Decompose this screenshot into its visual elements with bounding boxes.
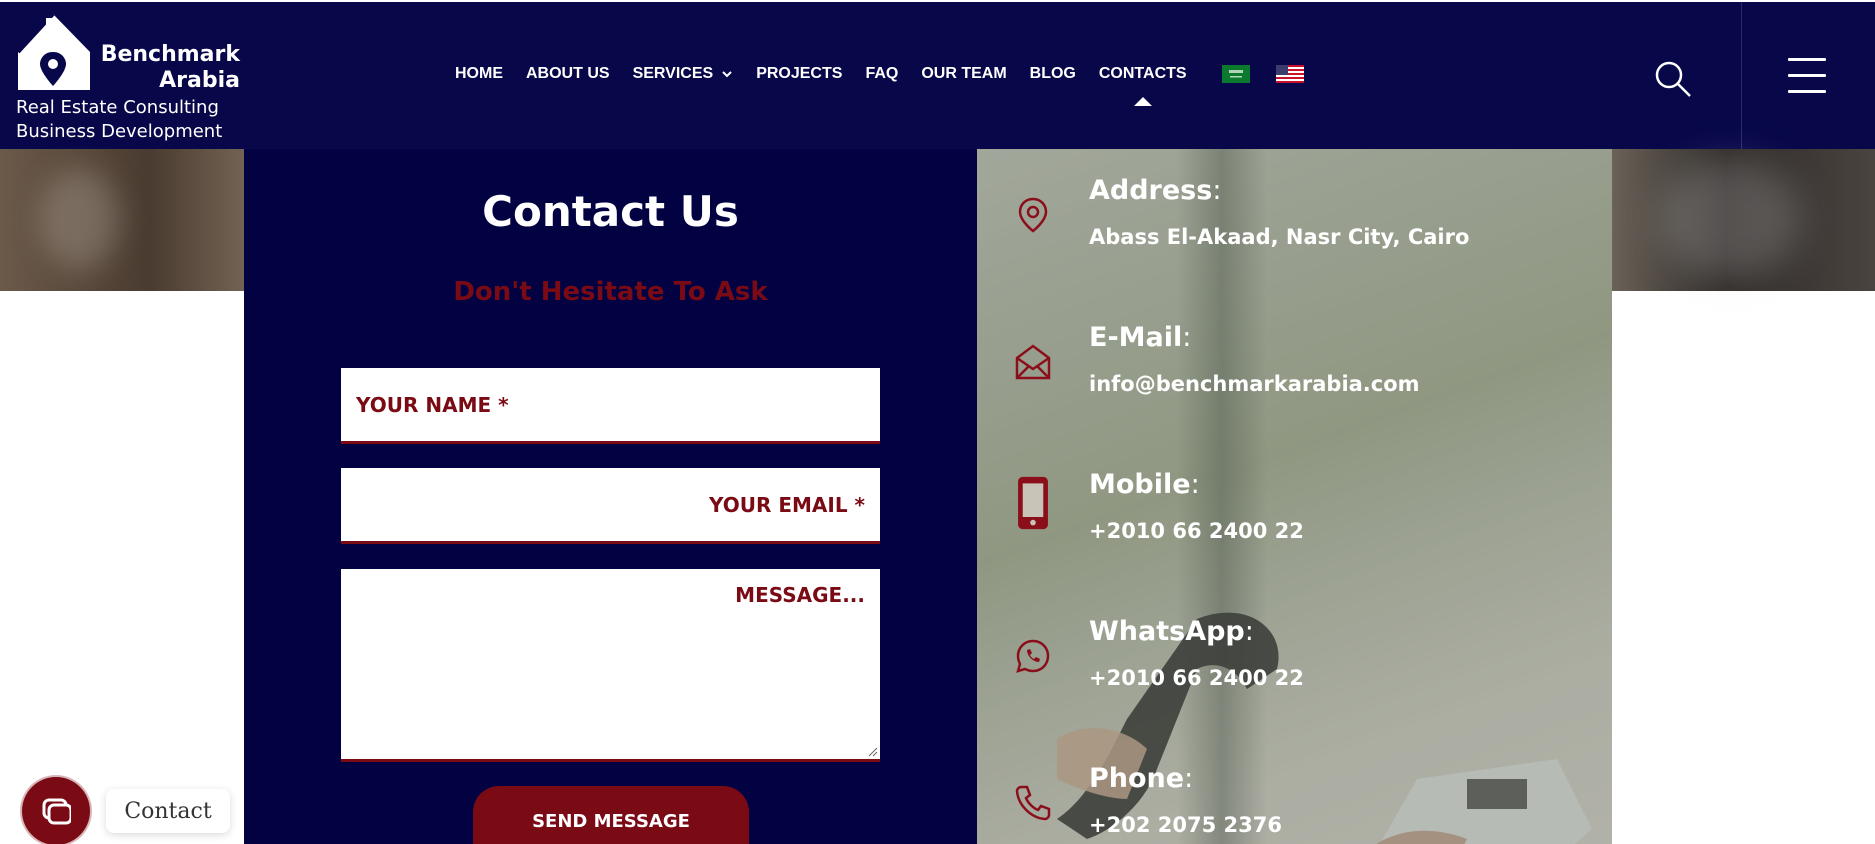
- address-value: Abass El-Akaad, Nasr City, Cairo: [1089, 225, 1470, 249]
- active-indicator-caret: [1133, 97, 1152, 106]
- nav-item-label: OUR TEAM: [921, 65, 1007, 82]
- contact-widget-label[interactable]: Contact: [106, 789, 230, 833]
- house-pin-logo-icon: [16, 12, 90, 90]
- envelope-open-icon: [1015, 344, 1051, 380]
- email-item: E-Mail: info@benchmarkarabia.com: [977, 322, 1612, 432]
- phone-item: Phone: +202 2075 2376: [977, 763, 1612, 844]
- nav-item-contacts[interactable]: CONTACTS: [1098, 65, 1187, 106]
- nav-item-faq[interactable]: FAQ: [865, 65, 898, 83]
- whatsapp-value[interactable]: +2010 66 2400 22: [1089, 666, 1304, 690]
- nav-item-services[interactable]: SERVICES: [633, 65, 734, 83]
- whatsapp-icon: [1016, 639, 1050, 673]
- search-icon[interactable]: [1653, 59, 1693, 99]
- phone-handset-icon: [1015, 785, 1051, 821]
- nav-item-label: BLOG: [1029, 65, 1076, 82]
- mobile-label: Mobile:: [1089, 469, 1200, 500]
- email-label: E-Mail:: [1089, 322, 1192, 353]
- email-value[interactable]: info@benchmarkarabia.com: [1089, 372, 1420, 396]
- name-input[interactable]: [341, 368, 880, 441]
- email-field: [341, 468, 880, 544]
- whatsapp-label: WhatsApp:: [1089, 616, 1254, 647]
- address-item: Address: Abass El-Akaad, Nasr City, Cair…: [977, 175, 1612, 285]
- resize-grip-icon[interactable]: [868, 747, 878, 757]
- brand-tagline: Real Estate Consulting Business Developm…: [16, 96, 242, 144]
- phone-value[interactable]: +202 2075 2376: [1089, 813, 1282, 837]
- contact-info-panel: Address: Abass El-Akaad, Nasr City, Cair…: [977, 149, 1612, 844]
- nav-item-home[interactable]: HOME: [455, 65, 503, 83]
- site-logo[interactable]: Benchmark Arabia Real Estate Consulting …: [14, 12, 240, 142]
- form-subtitle: Don't Hesitate To Ask: [453, 277, 768, 307]
- nav-item-label: ABOUT US: [526, 65, 610, 82]
- brand-name-line2: Arabia: [159, 68, 240, 93]
- mobile-item: Mobile: +2010 66 2400 22: [977, 469, 1612, 579]
- contact-widget-button[interactable]: [22, 777, 90, 844]
- brand-name-line1: Benchmark: [100, 42, 240, 67]
- nav-item-label: SERVICES: [632, 65, 714, 82]
- mobile-value[interactable]: +2010 66 2400 22: [1089, 519, 1304, 543]
- location-pin-icon: [1018, 197, 1048, 233]
- email-input[interactable]: [341, 468, 880, 541]
- message-field: [341, 569, 880, 762]
- chevron-down-icon: [722, 71, 732, 78]
- whatsapp-item: WhatsApp: +2010 66 2400 22: [977, 616, 1612, 726]
- nav-item-label: FAQ: [865, 65, 899, 82]
- brand-tagline-line2: Business Development: [16, 121, 223, 142]
- address-label: Address:: [1089, 175, 1222, 206]
- phone-label: Phone:: [1089, 763, 1194, 794]
- brand-name: Benchmark Arabia: [94, 42, 240, 94]
- nav-item-our-team[interactable]: OUR TEAM: [921, 65, 1006, 83]
- site-header: Benchmark Arabia Real Estate Consulting …: [0, 0, 1875, 151]
- nav-item-blog[interactable]: BLOG: [1030, 65, 1076, 83]
- nav-item-label: HOME: [455, 65, 503, 82]
- brand-tagline-line1: Real Estate Consulting: [16, 97, 219, 118]
- form-title: Contact Us: [482, 187, 739, 236]
- nav-item-label: PROJECTS: [756, 65, 843, 82]
- page: Benchmark Arabia Real Estate Consulting …: [0, 0, 1875, 844]
- nav-item-about-us[interactable]: ABOUT US: [526, 65, 610, 83]
- hamburger-menu-icon[interactable]: [1788, 58, 1826, 94]
- send-message-button[interactable]: SEND MESSAGE: [473, 786, 749, 844]
- header-divider: [1741, 2, 1742, 151]
- saudi-arabia-flag-icon[interactable]: [1221, 65, 1250, 83]
- usa-flag-icon[interactable]: [1275, 65, 1304, 83]
- nav-item-label: CONTACTS: [1098, 65, 1187, 82]
- nav-item-projects[interactable]: PROJECTS: [756, 65, 842, 83]
- name-field: [341, 368, 880, 444]
- contact-form-panel: Contact Us Don't Hesitate To Ask SEND ME…: [244, 149, 977, 844]
- message-textarea[interactable]: [341, 569, 880, 759]
- mobile-phone-icon: [1018, 476, 1048, 530]
- chat-bubble-icon: [42, 798, 71, 825]
- main-nav: HOME ABOUT US SERVICES PROJECTS FAQ OUR …: [455, 60, 1330, 106]
